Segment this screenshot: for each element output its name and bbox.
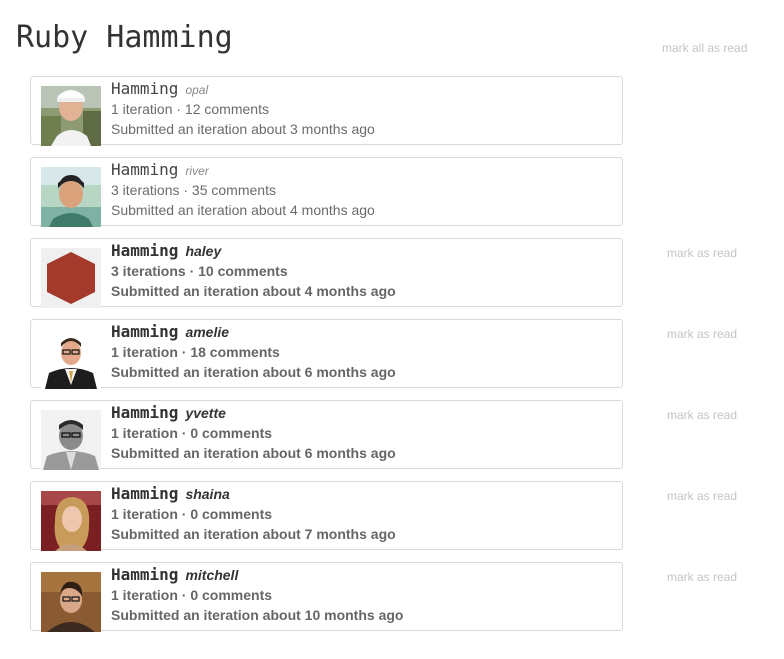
status-text: Submitted an iteration about 7 months ag… — [111, 526, 396, 542]
avatar[interactable] — [41, 491, 101, 551]
mark-as-read-link[interactable]: mark as read — [667, 327, 737, 341]
iteration-count: 1 iteration · 0 comments — [111, 425, 273, 441]
status-text: Submitted an iteration about 6 months ag… — [111, 364, 396, 380]
user-name: mitchell — [185, 567, 239, 583]
exercise-name[interactable]: Hamming — [111, 403, 178, 422]
avatar[interactable] — [41, 248, 101, 308]
user-name: haley — [185, 243, 222, 259]
avatar[interactable] — [41, 329, 101, 389]
avatar[interactable] — [41, 167, 101, 227]
status-text: Submitted an iteration about 6 months ag… — [111, 445, 396, 461]
notification-item[interactable]: Hamming opal 1 iteration · 12 comments Su… — [30, 76, 623, 146]
user-name: river — [185, 164, 209, 178]
avatar[interactable] — [41, 572, 101, 632]
mark-as-read-link[interactable]: mark as read — [667, 570, 737, 584]
mark-all-as-read-link[interactable]: mark all as read — [662, 41, 747, 55]
iteration-count: 3 iterations · 10 comments — [111, 263, 288, 279]
iteration-count: 1 iteration · 0 comments — [111, 506, 273, 522]
status-text: Submitted an iteration about 4 months ag… — [111, 202, 375, 218]
status-text: Submitted an iteration about 4 months ag… — [111, 283, 396, 299]
exercise-name[interactable]: Hamming — [111, 484, 178, 503]
notification-item[interactable]: Hamming shaina 1 iteration · 0 comments S… — [30, 481, 623, 551]
mark-as-read-link[interactable]: mark as read — [667, 408, 737, 422]
notification-item[interactable]: Hamming amelie 1 iteration · 18 comments … — [30, 319, 623, 389]
notification-item[interactable]: Hamming mitchell 1 iteration · 0 comments… — [30, 562, 623, 632]
mark-as-read-link[interactable]: mark as read — [667, 246, 737, 260]
iteration-count: 1 iteration · 0 comments — [111, 587, 273, 603]
notification-item[interactable]: Hamming yvette 1 iteration · 0 comments S… — [30, 400, 623, 470]
mark-as-read-link[interactable]: mark as read — [667, 489, 737, 503]
status-text: Submitted an iteration about 10 months a… — [111, 607, 404, 623]
avatar[interactable] — [41, 86, 101, 146]
user-name: shaina — [185, 486, 230, 502]
status-text: Submitted an iteration about 3 months ag… — [111, 121, 375, 137]
exercise-name[interactable]: Hamming — [111, 160, 178, 179]
iteration-count: 3 iterations · 35 comments — [111, 182, 276, 198]
user-name: yvette — [185, 405, 226, 421]
user-name: amelie — [185, 324, 230, 340]
avatar[interactable] — [41, 410, 101, 470]
exercise-name[interactable]: Hamming — [111, 322, 178, 341]
page-title: Ruby Hamming — [16, 20, 233, 55]
notification-item[interactable]: Hamming river 3 iterations · 35 comments … — [30, 157, 623, 227]
user-name: opal — [185, 83, 209, 97]
exercise-name[interactable]: Hamming — [111, 79, 178, 98]
notification-item[interactable]: Hamming haley 3 iterations · 10 comments … — [30, 238, 623, 308]
exercise-name[interactable]: Hamming — [111, 565, 178, 584]
iteration-count: 1 iteration · 12 comments — [111, 101, 269, 117]
exercise-name[interactable]: Hamming — [111, 241, 178, 260]
iteration-count: 1 iteration · 18 comments — [111, 344, 280, 360]
